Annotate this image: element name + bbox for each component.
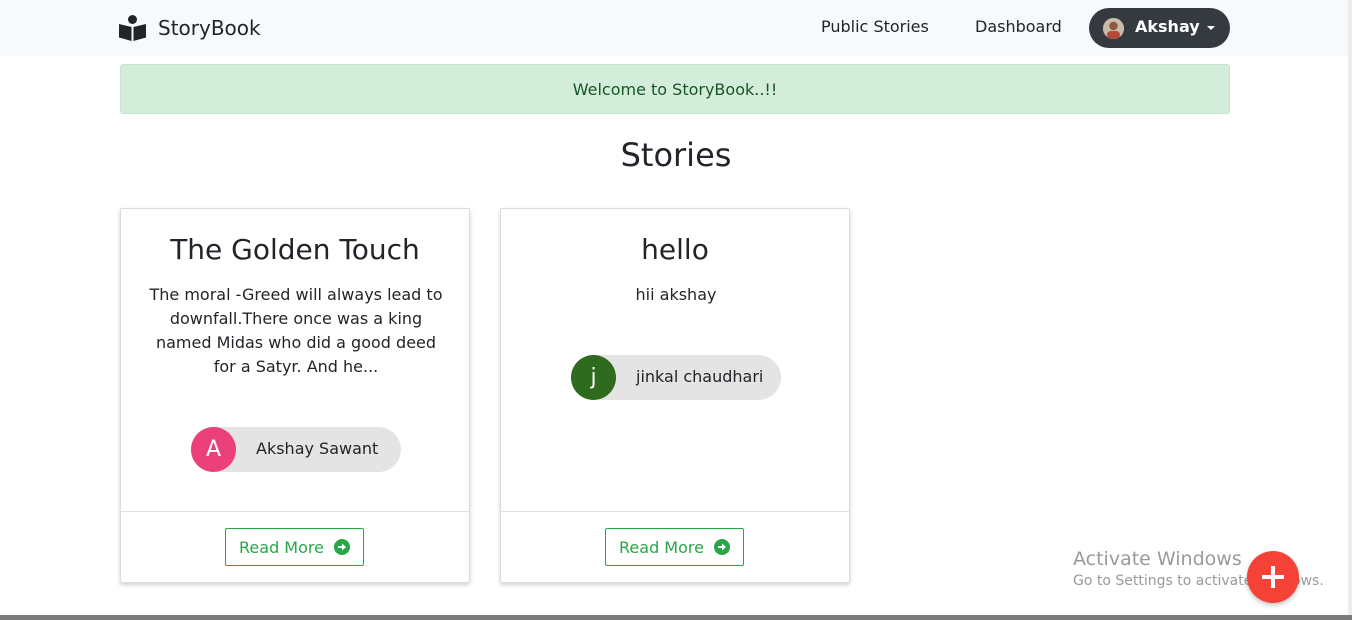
story-title: The Golden Touch (170, 233, 420, 266)
read-more-button[interactable]: Read More (225, 528, 364, 566)
author-chip[interactable]: A Akshay Sawant (191, 427, 401, 472)
brand-name: StoryBook (158, 16, 261, 40)
read-more-label: Read More (619, 537, 704, 557)
nav-dashboard[interactable]: Dashboard (975, 17, 1062, 36)
brand-link[interactable]: StoryBook (119, 12, 261, 44)
page-title: Stories (620, 136, 732, 174)
arrow-circle-right-icon (333, 539, 350, 555)
story-excerpt: hii akshay (635, 285, 717, 304)
alert-message: Welcome to StoryBook..!! (572, 79, 778, 99)
story-card: hello hii akshay j jinkal chaudhari Read… (500, 208, 850, 583)
author-avatar: A (191, 427, 236, 472)
author-name: Akshay Sawant (256, 439, 379, 458)
welcome-alert: Welcome to StoryBook..!! (120, 64, 1230, 114)
read-more-button[interactable]: Read More (605, 528, 744, 566)
story-card: The Golden Touch The moral -Greed will a… (120, 208, 470, 583)
add-story-button[interactable] (1247, 551, 1299, 603)
story-excerpt: The moral -Greed will always lead to dow… (149, 285, 443, 376)
user-photo-icon (1103, 18, 1124, 39)
story-title: hello (641, 233, 709, 266)
author-name: jinkal chaudhari (636, 367, 764, 386)
read-more-label: Read More (239, 537, 324, 557)
card-divider (501, 511, 849, 512)
caret-down-icon (1207, 26, 1215, 30)
user-menu-dropdown[interactable]: Akshay (1089, 8, 1230, 48)
author-avatar: j (571, 355, 616, 400)
card-divider (121, 511, 469, 512)
arrow-circle-right-icon (713, 539, 730, 555)
vertical-scrollbar[interactable] (1348, 0, 1352, 615)
nav-public-stories[interactable]: Public Stories (821, 17, 929, 36)
horizontal-scrollbar[interactable] (0, 615, 1352, 620)
user-name: Akshay (1135, 17, 1200, 36)
book-reader-icon (119, 15, 146, 41)
navbar: StoryBook Public Stories Dashboard Aksha… (0, 0, 1352, 56)
author-chip[interactable]: j jinkal chaudhari (571, 355, 781, 400)
